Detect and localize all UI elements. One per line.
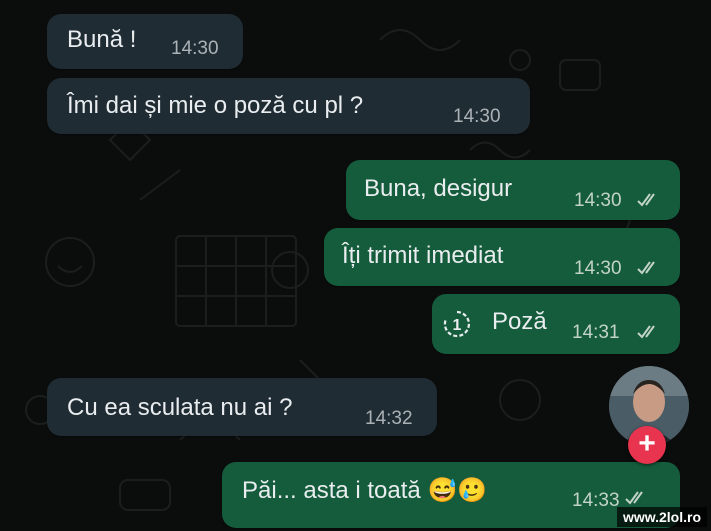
- double-check-icon: [637, 193, 655, 207]
- message-text: Cu ea sculata nu ai ?: [67, 394, 293, 421]
- view-once-count: 1: [453, 317, 462, 334]
- message-time: 14:32: [365, 408, 413, 429]
- message-text: Îmi dai și mie o poză cu pl ?: [67, 92, 364, 119]
- message-bubble-outgoing[interactable]: 1 Poză 14:31: [432, 294, 680, 354]
- message-time: 14:31: [572, 322, 620, 343]
- add-button[interactable]: +: [628, 426, 666, 464]
- message-time: 14:30: [574, 258, 622, 279]
- message-text: Buna, desigur: [364, 175, 513, 202]
- message-bubble-incoming[interactable]: Îmi dai și mie o poză cu pl ? 14:30: [47, 78, 530, 134]
- message-bubble-incoming[interactable]: Cu ea sculata nu ai ? 14:32: [47, 378, 437, 436]
- message-text: Poză: [492, 308, 547, 335]
- message-bubble-outgoing[interactable]: Îți trimit imediat 14:30: [324, 228, 680, 286]
- double-check-icon: [637, 261, 655, 275]
- tear-smile-emoji: 🥲: [457, 477, 488, 504]
- view-once-icon[interactable]: 1: [442, 309, 472, 339]
- message-text: Bună !: [67, 26, 137, 53]
- message-time: 14:30: [171, 38, 219, 59]
- watermark: www.2lol.ro: [616, 507, 707, 527]
- double-check-icon: [625, 491, 643, 505]
- message-bubble-outgoing[interactable]: Păi... asta i toată 😅🥲 14:33: [222, 462, 680, 528]
- message-time: 14:30: [453, 106, 501, 127]
- message-text: Păi... asta i toată 😅🥲: [242, 477, 488, 504]
- message-time: 14:33: [572, 490, 620, 511]
- message-time: 14:30: [574, 190, 622, 211]
- double-check-icon: [637, 325, 655, 339]
- message-bubble-outgoing[interactable]: Buna, desigur 14:30: [346, 160, 680, 220]
- message-text: Îți trimit imediat: [342, 242, 504, 269]
- message-bubble-incoming[interactable]: Bună ! 14:30: [47, 14, 243, 69]
- sweat-smile-emoji: 😅: [427, 477, 458, 504]
